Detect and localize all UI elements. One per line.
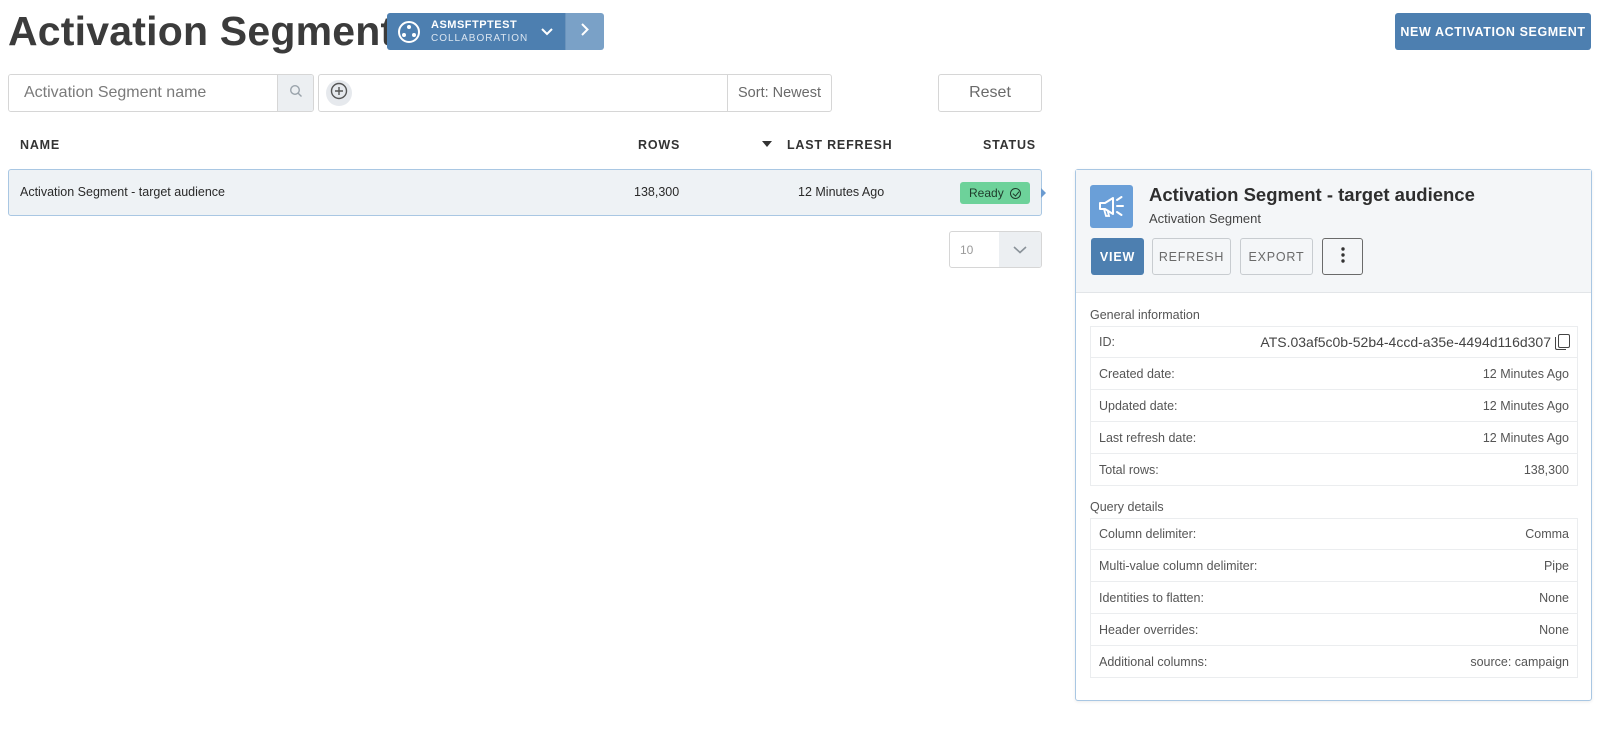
query-row: Column delimiter: Comma [1090, 518, 1578, 550]
info-row: Created date: 12 Minutes Ago [1090, 358, 1578, 390]
search-box [8, 74, 314, 112]
new-activation-segment-button[interactable]: NEW ACTIVATION SEGMENT [1395, 13, 1591, 50]
selected-row-pointer [1041, 188, 1046, 198]
detail-panel-header: Activation Segment - target audience Act… [1076, 170, 1591, 293]
refresh-button[interactable]: REFRESH [1152, 238, 1231, 275]
column-header-name[interactable]: NAME [20, 138, 60, 152]
collaboration-name: ASMSFTPTEST [431, 18, 518, 31]
query-value: None [1539, 590, 1569, 605]
filter-input-area[interactable] [352, 75, 727, 111]
query-value: Comma [1525, 527, 1569, 541]
collaboration-type: COLLABORATION [431, 32, 529, 44]
sort-dropdown[interactable]: Sort: Newest [727, 75, 831, 111]
more-actions-button[interactable] [1322, 238, 1363, 275]
query-row: Header overrides: None [1090, 614, 1578, 646]
query-key: Identities to flatten: [1099, 590, 1204, 605]
info-value: 12 Minutes Ago [1482, 430, 1569, 445]
info-row-id: ID: ATS.03af5c0b-52b4-4ccd-a35e-4494d116… [1090, 326, 1578, 358]
sort-descending-icon[interactable] [762, 141, 772, 147]
row-rows: 138,300 [634, 185, 680, 199]
detail-subtitle: Activation Segment [1149, 211, 1262, 226]
chevron-down-icon [539, 23, 555, 41]
detail-panel: Activation Segment - target audience Act… [1075, 169, 1592, 701]
status-badge: Ready [960, 182, 1030, 204]
row-name: Activation Segment - target audience [20, 185, 225, 199]
search-button[interactable] [277, 75, 313, 111]
query-details-heading: Query details [1090, 500, 1164, 514]
collaboration-dropdown[interactable]: ASMSFTPTEST COLLABORATION [387, 13, 565, 50]
query-value: Pipe [1543, 558, 1569, 573]
reset-button[interactable]: Reset [938, 74, 1042, 112]
info-value: 12 Minutes Ago [1482, 398, 1569, 413]
status-label: Ready [969, 186, 1004, 200]
more-vertical-icon [1340, 247, 1345, 266]
query-key: Additional columns: [1099, 654, 1208, 669]
megaphone-icon [1090, 185, 1133, 228]
query-value: source: campaign [1470, 654, 1569, 669]
column-header-status[interactable]: STATUS [983, 138, 1036, 152]
page-size-toggle[interactable] [999, 232, 1041, 267]
query-row: Multi-value column delimiter: Pipe [1090, 550, 1578, 582]
collaboration-open-button[interactable] [565, 13, 604, 50]
page-size-select[interactable]: 10 [949, 231, 1042, 268]
detail-title: Activation Segment - target audience [1149, 184, 1475, 205]
check-circle-icon [1009, 187, 1021, 199]
info-key: ID: [1099, 335, 1115, 349]
query-value: None [1539, 622, 1569, 637]
general-information-heading: General information [1090, 308, 1200, 322]
add-filter-button[interactable] [326, 80, 352, 106]
info-key: Updated date: [1099, 398, 1178, 413]
query-key: Multi-value column delimiter: [1099, 558, 1258, 573]
info-key: Total rows: [1099, 462, 1159, 477]
info-row: Updated date: 12 Minutes Ago [1090, 390, 1578, 422]
filter-bar: Sort: Newest [318, 74, 832, 112]
export-button[interactable]: EXPORT [1240, 238, 1313, 275]
view-button[interactable]: VIEW [1091, 238, 1144, 275]
page-title: Activation Segments [8, 8, 418, 54]
search-input[interactable] [9, 75, 277, 111]
info-value: 12 Minutes Ago [1482, 366, 1569, 381]
page-size-value: 10 [960, 242, 974, 257]
column-header-rows[interactable]: ROWS [638, 138, 680, 152]
query-key: Column delimiter: [1099, 527, 1197, 541]
info-key: Created date: [1099, 366, 1175, 381]
query-key: Header overrides: [1099, 622, 1199, 637]
info-value: 138,300 [1523, 462, 1569, 477]
collaboration-icon [398, 20, 420, 43]
column-header-last-refresh[interactable]: LAST REFRESH [787, 138, 892, 152]
copy-icon[interactable] [1555, 334, 1570, 350]
query-row: Identities to flatten: None [1090, 582, 1578, 614]
collaboration-selector[interactable]: ASMSFTPTEST COLLABORATION [387, 13, 604, 50]
row-last-refresh: 12 Minutes Ago [798, 185, 885, 199]
chevron-down-icon [1013, 241, 1027, 259]
query-row: Additional columns: source: campaign [1090, 646, 1578, 678]
info-value-id: ATS.03af5c0b-52b4-4ccd-a35e-4494d116d307 [1260, 334, 1570, 350]
info-row: Total rows: 138,300 [1090, 454, 1578, 486]
plus-circle-icon [330, 82, 348, 105]
info-key: Last refresh date: [1099, 430, 1197, 445]
chevron-right-icon [581, 22, 589, 41]
table-row[interactable]: Activation Segment - target audience 138… [8, 169, 1042, 216]
search-icon [289, 84, 303, 103]
info-row: Last refresh date: 12 Minutes Ago [1090, 422, 1578, 454]
